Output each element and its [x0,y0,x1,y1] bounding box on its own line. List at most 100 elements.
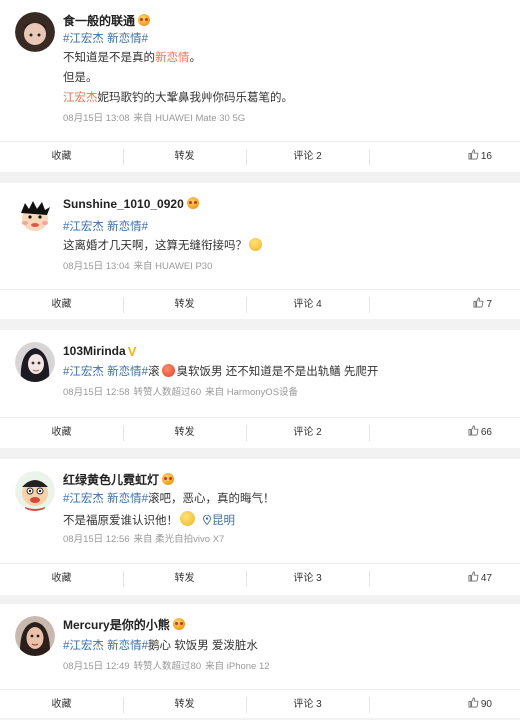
gold-emoji-badge-icon [186,197,199,209]
reach-note: 转赞人数超过60 [133,387,202,398]
device-source: 来自 HarmonyOS设备 [205,387,299,398]
comment-text: 。 [189,52,202,64]
hashtag-link[interactable]: #江宏杰 新恋情# [63,366,148,378]
repost-button[interactable]: 转发 [123,290,246,320]
comment-button[interactable]: 评论 3 [246,564,369,594]
location-link[interactable]: 昆明 [203,514,235,527]
comment-text: 不知道是不是真的 [63,52,155,64]
comment-card: Sunshine_1010_0920 #江宏杰 新恋情# 这离婚才几天啊，这算无… [0,183,520,319]
username-text[interactable]: Sunshine_1010_0920 [63,197,184,211]
favorite-button[interactable]: 收藏 [0,690,123,720]
comment-card: Mercury是你的小熊 #江宏杰 新恋情#鹅心 软饭男 爱泼脏水 08月15日… [0,604,520,718]
location-text[interactable]: 昆明 [212,515,235,527]
like-button[interactable]: 90 [369,690,520,720]
avatar[interactable] [15,616,55,656]
comment-line: #江宏杰 新恋情#滚 臭软饭男 还不知道是不是出轨鳝 先爬开 [63,364,378,380]
action-bar: 收藏 转发 评论 4 7 [0,289,520,320]
comment-text: 滚 [148,366,160,378]
username[interactable]: Mercury是你的小熊 [63,617,185,633]
comment-line: #江宏杰 新恋情#滚吧，恶心，真的晦气！ [63,491,275,507]
repost-button[interactable]: 转发 [123,142,246,172]
thumb-up-icon [473,297,484,308]
keyword-link[interactable]: 江宏杰 [63,92,98,104]
repost-button[interactable]: 转发 [123,418,246,448]
like-button[interactable]: 7 [369,290,520,320]
location-pin-icon [203,514,211,526]
username[interactable]: 103Mirinda V [63,343,136,359]
hashtag-link[interactable]: #江宏杰 新恋情# [63,221,148,233]
yellow-v-badge-icon: V [127,344,137,359]
repost-button[interactable]: 转发 [123,564,246,594]
timestamp: 08月15日 12:58 [63,387,130,398]
device-source: 来自 HUAWEI Mate 30 5G [133,113,246,124]
comment-line: 不是福原爱谁认识他！ 昆明 [63,511,235,529]
username-text[interactable]: 红绿黄色儿霓虹灯 [63,473,159,487]
timestamp: 08月15日 12:56 [63,534,130,545]
hashtag-link[interactable]: #江宏杰 新恋情# [63,493,148,505]
username-text[interactable]: 食一般的联通 [63,14,135,28]
timestamp: 08月15日 13:08 [63,113,130,124]
post-meta: 08月15日 12:49 转赞人数超过80 来自 iPhone 12 [63,661,270,673]
action-bar: 收藏 转发 评论 2 66 [0,417,520,448]
keyword-link[interactable]: 新恋情 [155,52,190,64]
action-bar: 收藏 转发 评论 3 47 [0,563,520,594]
avatar[interactable] [15,195,55,235]
like-count: 90 [480,699,492,710]
smile-emoji-icon [180,511,195,526]
like-count: 47 [480,573,492,584]
post-meta: 08月15日 13:04 来自 HUAWEI P30 [63,261,212,273]
like-count: 7 [486,299,492,310]
device-source: 来自 HUAWEI P30 [133,261,213,272]
avatar[interactable] [15,471,55,511]
gold-emoji-badge-icon [138,14,151,26]
like-button[interactable]: 47 [369,564,520,594]
username[interactable]: 红绿黄色儿霓虹灯 [63,472,175,488]
comment-line: #江宏杰 新恋情# [63,219,148,235]
like-button[interactable]: 66 [369,418,520,448]
comment-button[interactable]: 评论 2 [246,142,369,172]
laughing-tears-emoji-icon [249,238,262,251]
comment-line: 江宏杰妮玛歌钓的大鞏鼻我艸你码乐葛笔的。 [63,90,293,106]
comment-button[interactable]: 评论 2 [246,418,369,448]
timestamp: 08月15日 12:49 [63,661,130,672]
thumb-up-icon [468,425,479,436]
comment-text: 滚吧，恶心，真的晦气！ [148,493,275,505]
gold-emoji-badge-icon [162,473,175,485]
comment-button[interactable]: 评论 4 [246,290,369,320]
comment-text: 妮玛歌钓的大鞏鼻我艸你码乐葛笔的。 [97,92,294,104]
comment-text: 不是福原爱谁认识他！ [63,515,178,527]
like-button[interactable]: 16 [369,142,520,172]
avatar[interactable] [15,342,55,382]
device-source: 来自 柔光自拍vivo X7 [133,534,225,545]
comment-button[interactable]: 评论 3 [246,690,369,720]
like-count: 16 [480,151,492,162]
hashtag-link[interactable]: #江宏杰 新恋情# [63,640,148,652]
post-meta: 08月15日 12:58 转赞人数超过60 来自 HarmonyOS设备 [63,387,298,399]
comment-line: 这离婚才几天啊，这算无缝衔接吗？ [63,238,264,254]
username[interactable]: Sunshine_1010_0920 [63,196,199,212]
favorite-button[interactable]: 收藏 [0,142,123,172]
username-text[interactable]: 103Mirinda [63,344,126,358]
comment-card: 红绿黄色儿霓虹灯 #江宏杰 新恋情#滚吧，恶心，真的晦气！ 不是福原爱谁认识他！… [0,459,520,595]
thumb-up-icon [468,571,479,582]
comment-text: 臭软饭男 还不知道是不是出轨鳝 先爬开 [176,366,379,378]
avatar[interactable] [15,12,55,52]
username-text[interactable]: Mercury是你的小熊 [63,618,170,632]
comment-text: 鹅心 软饭男 爱泼脏水 [148,640,258,652]
comment-line: 不知道是不是真的新恋情。 [63,50,201,66]
post-meta: 08月15日 12:56 来自 柔光自拍vivo X7 [63,534,224,546]
action-bar: 收藏 转发 评论 3 90 [0,689,520,720]
timestamp: 08月15日 13:04 [63,261,130,272]
comment-card: 食一般的联通 #江宏杰 新恋情# 不知道是不是真的新恋情。 但是。 江宏杰妮玛歌… [0,0,520,172]
favorite-button[interactable]: 收藏 [0,290,123,320]
thumb-up-icon [468,697,479,708]
angry-face-emoji-icon [161,364,175,377]
repost-button[interactable]: 转发 [123,690,246,720]
post-meta: 08月15日 13:08 来自 HUAWEI Mate 30 5G [63,113,245,125]
hashtag-link[interactable]: #江宏杰 新恋情# [63,33,148,45]
favorite-button[interactable]: 收藏 [0,564,123,594]
comment-text: 这离婚才几天啊，这算无缝衔接吗？ [63,240,247,252]
comment-card: 103Mirinda V #江宏杰 新恋情#滚 臭软饭男 还不知道是不是出轨鳝 先爬… [0,330,520,448]
username[interactable]: 食一般的联通 [63,13,151,29]
favorite-button[interactable]: 收藏 [0,418,123,448]
